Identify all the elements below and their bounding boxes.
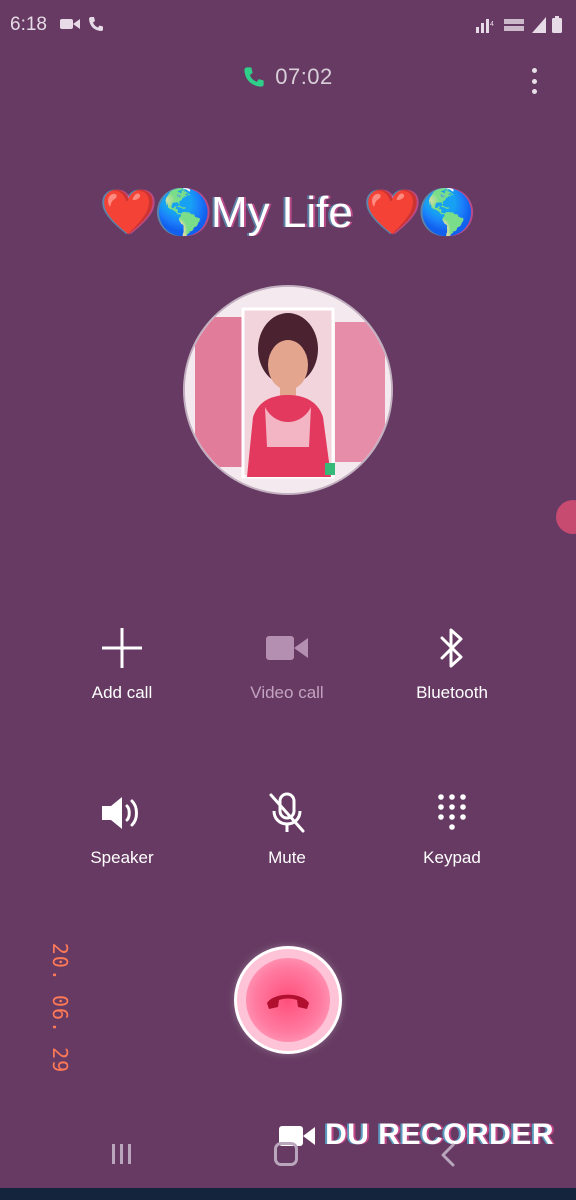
- side-panel-handle[interactable]: [556, 500, 576, 534]
- bluetooth-icon: [440, 628, 463, 668]
- contact-name: ❤️🌎My Life ❤️🌎: [101, 188, 475, 237]
- network-icon: [532, 16, 546, 33]
- speaker-button[interactable]: Speaker: [42, 788, 202, 868]
- phone-hangup-icon: [267, 994, 309, 1009]
- video-camera-icon: [266, 636, 308, 660]
- date-watermark: 20. 06. 29: [48, 938, 72, 1078]
- keypad-icon: [438, 794, 466, 830]
- network-icon: [504, 18, 524, 31]
- back-button[interactable]: [438, 1142, 458, 1168]
- speaker-icon: [102, 797, 138, 829]
- signal-volte-icon: 4: [476, 18, 494, 33]
- video-icon: [60, 19, 80, 29]
- call-timer: 07:02: [0, 64, 576, 90]
- mic-off-icon: [269, 792, 305, 833]
- navigation-bar: [0, 1126, 576, 1186]
- contact-photo: [185, 287, 391, 493]
- more-dot: [531, 78, 537, 84]
- status-right-icons: 4: [476, 16, 562, 33]
- status-left-icons: [60, 16, 104, 32]
- more-dot: [531, 68, 537, 73]
- bluetooth-button[interactable]: Bluetooth: [372, 623, 532, 703]
- home-button[interactable]: [274, 1142, 298, 1166]
- video-call-button[interactable]: Video call: [207, 623, 367, 703]
- add-call-button[interactable]: Add call: [42, 623, 202, 703]
- svg-text:4: 4: [490, 21, 494, 28]
- bluetooth-label: Bluetooth: [416, 683, 488, 702]
- plus-icon: [102, 628, 142, 668]
- video-call-label: Video call: [250, 683, 324, 702]
- phone-icon: [244, 67, 264, 87]
- battery-icon: [552, 16, 562, 33]
- date-watermark-text: 20. 06. 29: [48, 942, 72, 1074]
- more-options-button[interactable]: [524, 66, 544, 96]
- contact-avatar: [185, 287, 391, 493]
- phone-icon: [89, 17, 103, 31]
- status-bar: 6:18 4: [0, 0, 576, 48]
- call-duration: 07:02: [275, 64, 333, 89]
- mute-button[interactable]: Mute: [207, 788, 367, 868]
- keypad-label: Keypad: [423, 848, 481, 867]
- mute-label: Mute: [268, 848, 306, 867]
- more-dot: [531, 89, 537, 94]
- end-call-button[interactable]: [237, 949, 339, 1051]
- status-time: 6:18: [10, 14, 47, 35]
- add-call-label: Add call: [91, 683, 153, 702]
- recents-button[interactable]: [112, 1144, 131, 1164]
- speaker-label: Speaker: [90, 848, 154, 867]
- screen-bottom-edge: [0, 1188, 576, 1200]
- keypad-button[interactable]: Keypad: [372, 788, 532, 868]
